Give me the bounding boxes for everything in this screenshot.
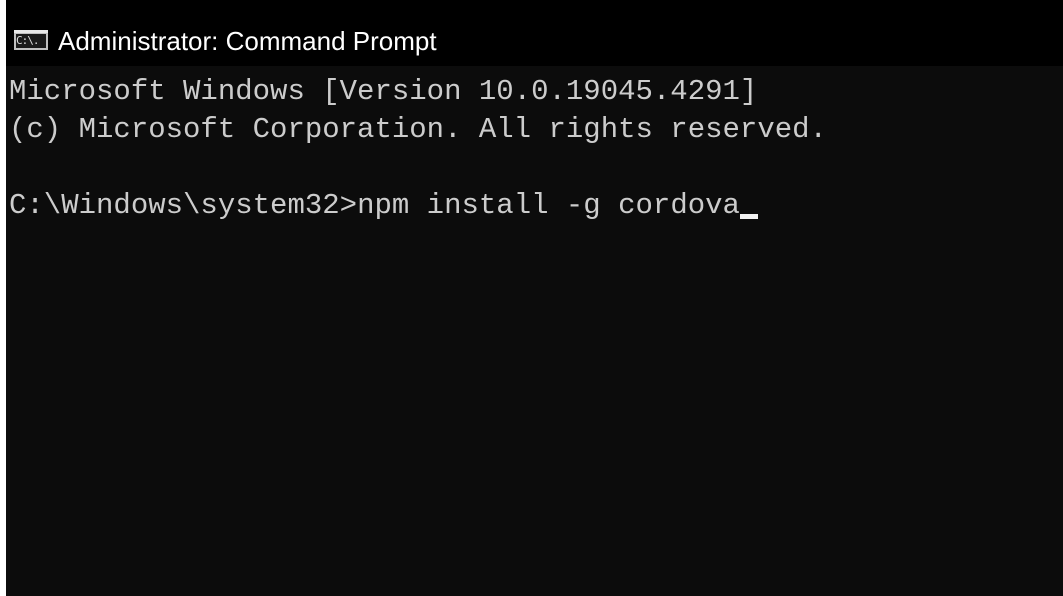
title-bar[interactable]: C:\. Administrator: Command Prompt	[6, 0, 1063, 66]
cmd-icon-screen: C:\.	[16, 34, 46, 48]
command-prompt-window: C:\. Administrator: Command Prompt Micro…	[0, 0, 1063, 596]
window-title: Administrator: Command Prompt	[58, 26, 437, 56]
cmd-console-icon[interactable]: C:\.	[14, 30, 48, 50]
console-input-line[interactable]: C:\Windows\system32>npm install -g cordo…	[9, 186, 758, 226]
text-cursor	[739, 214, 758, 219]
console-line-version: Microsoft Windows [Version 10.0.19045.42…	[9, 75, 758, 108]
console-line-copyright: (c) Microsoft Corporation. All rights re…	[9, 113, 827, 146]
console-area[interactable]: Microsoft Windows [Version 10.0.19045.42…	[6, 66, 1063, 596]
console-command[interactable]: npm install -g cordova	[357, 189, 740, 222]
console-prompt: C:\Windows\system32>	[9, 189, 358, 222]
